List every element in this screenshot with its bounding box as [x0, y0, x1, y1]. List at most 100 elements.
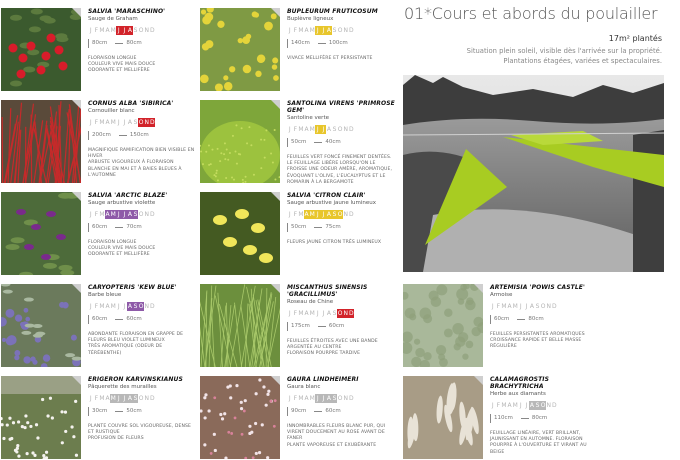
- plant-name: Artemisia 'Powis Castle': [490, 284, 585, 291]
- bloom-calendar: JFMAMJJASOND: [88, 210, 196, 219]
- height-icon: [88, 38, 89, 48]
- bloom-calendar: JFMAMJJASOND: [287, 394, 395, 403]
- description-line: Innombrables fleurs blanc pur, qui viren…: [287, 424, 386, 442]
- plant-card: Miscanthus sinensis 'Gracillimus' Roseau …: [200, 284, 395, 368]
- width-icon: [314, 410, 323, 412]
- plant-dimensions: 30cm 50cm: [88, 406, 196, 416]
- plant-width: 40cm: [325, 139, 341, 145]
- bloom-calendar: JFMAMJJASOND: [88, 394, 196, 403]
- plant-dimensions: 175cm 60cm: [287, 321, 395, 331]
- plant-photo: [1, 8, 81, 91]
- plant-height: 50cm: [291, 224, 307, 230]
- month-cell: D: [349, 126, 354, 133]
- plant-common-name: Gaura blanc: [287, 384, 321, 390]
- plant-dimensions: 60cm 60cm: [88, 314, 196, 324]
- plant-name: Miscanthus sinensis 'Gracillimus': [287, 284, 368, 298]
- plant-description: Vivace mellifère et persistante: [287, 56, 395, 62]
- plant-description: Feuilles persistantes aromatiques Croissa…: [490, 332, 598, 351]
- month-cell: D: [149, 118, 156, 127]
- plant-width: 60cm: [325, 408, 341, 414]
- plant-card: Gaura lindheimeri Gaura blanc J F M A M J J A S O N D…: [200, 376, 395, 460]
- plant-description: Magnifique ramification bien visible en …: [88, 148, 196, 179]
- plant-width: 50cm: [126, 408, 142, 414]
- plant-height: 50cm: [291, 139, 307, 145]
- description-line: Plante couvre sol vigoureuse, dense et r…: [88, 424, 192, 436]
- photo-corner: [474, 284, 483, 293]
- plant-width: 60cm: [328, 323, 345, 329]
- height-icon: [287, 38, 288, 48]
- plant-info: Santolina virens 'Primrose Gem' Santoline…: [287, 100, 395, 186]
- width-icon: [520, 417, 529, 419]
- photo-corner: [72, 100, 81, 109]
- plant-dimensions: 50cm 40cm: [287, 137, 395, 147]
- description-line: Vivace mellifère et persistante: [287, 56, 373, 61]
- plant-info: Cornus alba 'Sibirica' Cornouiller blanc J…: [88, 100, 196, 179]
- bloom-calendar: JFMAMJJASOND: [88, 118, 196, 127]
- month-cell: D: [349, 27, 354, 34]
- plant-info: Erigeron karvinskianus Pâquerette des mur…: [88, 376, 196, 443]
- plant-card: Caryopteris 'Kew Blue' Barbe bleue J F M A M J J…: [1, 284, 196, 368]
- plant-photo: [200, 284, 280, 367]
- height-icon: [490, 413, 491, 423]
- plant-height: 140cm: [291, 40, 310, 46]
- plant-common-name: Cornouiller blanc: [88, 108, 135, 114]
- plant-width: 80cm: [528, 316, 544, 322]
- plant-info: Salvia 'Maraschino' Sauge de Graham J F M A M J…: [88, 8, 196, 75]
- plant-photo: [1, 192, 81, 275]
- plant-description: Feuillage linéaire, vert brillant, jauni…: [490, 431, 598, 456]
- description-line: Feuillage linéaire, vert brillant, jauni…: [490, 431, 587, 455]
- width-icon: [317, 325, 326, 327]
- plant-description: Floraison longue Couleur vive mais douce O…: [88, 56, 196, 75]
- width-icon: [115, 318, 124, 320]
- plant-height: 175cm: [291, 323, 310, 329]
- plant-info: Miscanthus sinensis 'Gracillimus' Roseau …: [287, 284, 395, 358]
- photo-corner: [474, 376, 483, 385]
- plant-card: Calamagrostis brachytricha Herbe aux diam…: [403, 376, 598, 460]
- plant-name: Santolina virens 'Primrose Gem': [287, 100, 395, 114]
- width-icon: [517, 318, 526, 320]
- height-icon: [287, 406, 288, 416]
- plant-width: 60cm: [126, 316, 142, 322]
- plant-dimensions: 140cm 100cm: [287, 38, 395, 48]
- height-icon: [287, 137, 288, 147]
- plant-dimensions: 200cm 150cm: [88, 130, 196, 140]
- bloom-calendar: JFMAMJJASOND: [287, 26, 395, 35]
- description-line: Le feuillage libère lorsqu'on le froisse…: [287, 161, 393, 185]
- bloom-calendar: JFMAMJJASOND: [88, 302, 196, 311]
- description-line: Très aromatique (odeur de térébenthe): [88, 344, 163, 356]
- height-icon: [88, 222, 89, 232]
- page-title: 01*Cours et abords du poulailler: [404, 4, 658, 23]
- plant-info: Calamagrostis brachytricha Herbe aux diam…: [490, 376, 598, 456]
- description-line: Odorante et mellifère: [88, 68, 150, 74]
- plant-dimensions: 50cm 75cm: [287, 222, 395, 232]
- plant-card: Salvia 'Arctic Blaze' Sauge arbustive vio…: [1, 192, 196, 276]
- month-cell: D: [552, 303, 557, 310]
- plant-name: Gaura lindheimeri: [287, 376, 359, 383]
- plant-name: Bupleurum fruticosum: [287, 8, 378, 15]
- plant-common-name: Sauge arbustive jaune lumineux: [287, 200, 377, 206]
- planted-area: 17m² plantés: [608, 34, 662, 43]
- description-line: Odorante et mellifère: [88, 252, 150, 258]
- width-icon: [118, 134, 127, 136]
- plant-width: 70cm: [126, 224, 142, 230]
- plant-photo: [403, 376, 483, 459]
- plant-card: Erigeron karvinskianus Pâquerette des mur…: [1, 376, 196, 460]
- description-line: Fleurs jaune citron très lumineux: [287, 240, 382, 245]
- bloom-calendar: JFMAMJJASOND: [287, 125, 395, 134]
- plant-height: 200cm: [92, 132, 111, 138]
- plant-height: 60cm: [494, 316, 510, 322]
- site-photo: [403, 75, 664, 272]
- plant-card: Cornus alba 'Sibirica' Cornouiller blanc J…: [1, 100, 196, 184]
- photo-corner: [271, 376, 280, 385]
- subtitle-line-2: Plantations étagées, variées et spectacu…: [503, 57, 662, 65]
- month-cell: D: [348, 309, 355, 318]
- plant-name: Salvia 'Citron Clair': [287, 192, 366, 199]
- description-line: Profusion de fleurs: [88, 436, 144, 442]
- plant-info: Artemisia 'Powis Castle' Armoise J F M A M J J A S…: [490, 284, 598, 351]
- description-line: Arbuste vigoureux à floraison blanche en…: [88, 160, 182, 178]
- plant-info: Caryopteris 'Kew Blue' Barbe bleue J F M A M J J…: [88, 284, 196, 357]
- plant-name: Erigeron karvinskianus: [88, 376, 183, 383]
- plant-common-name: Santoline verte: [287, 115, 329, 121]
- height-icon: [88, 314, 89, 324]
- subtitle-line-1: Situation plein soleil, visible dès l'ar…: [466, 47, 662, 55]
